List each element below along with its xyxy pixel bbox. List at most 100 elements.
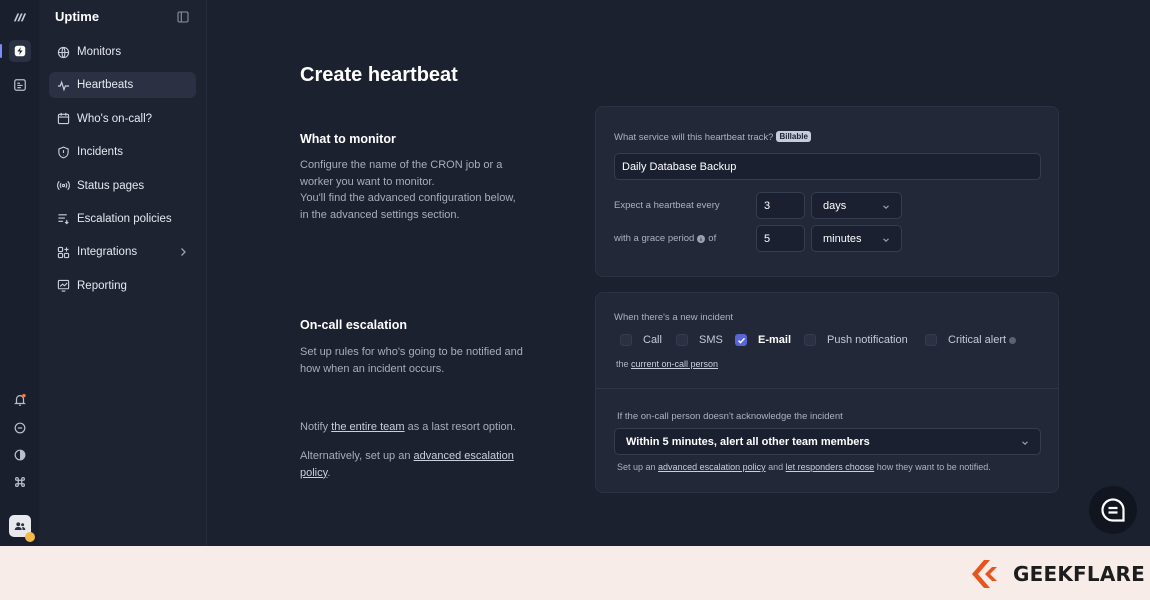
sidebar-nav: Monitors Heartbeats Who's on-call? Incid… <box>49 39 196 306</box>
section-title-what-to-monitor: What to monitor <box>300 132 396 146</box>
sidebar-item-heartbeats[interactable]: Heartbeats <box>49 72 196 99</box>
section-description: Set up rules for who's going to be notif… <box>300 344 560 377</box>
alternative-text: Alternatively, set up an advanced escala… <box>300 448 560 481</box>
description-line: how when an incident occurs. <box>300 362 445 375</box>
checkbox-box[interactable] <box>735 334 747 346</box>
sidebar-item-label: Incidents <box>77 146 124 159</box>
service-label-text: What service will this heartbeat track? <box>614 132 774 143</box>
let-responders-choose-link[interactable]: let responders choose <box>786 462 875 472</box>
checkbox-box[interactable] <box>676 334 688 346</box>
alt-suffix: . <box>327 466 331 479</box>
chevron-down-icon <box>1021 438 1029 446</box>
app-title: Uptime <box>55 9 100 24</box>
checkbox-label: E-mail <box>758 334 792 346</box>
sidebar-item-status-pages[interactable]: Status pages <box>49 173 196 199</box>
section-description: Configure the name of the CRON job or a … <box>300 157 560 223</box>
icon-rail <box>0 0 39 546</box>
broadcast-icon <box>56 179 70 193</box>
chevron-down-icon <box>882 235 890 243</box>
channel-push-checkbox[interactable]: Push notification <box>804 334 908 346</box>
channel-call-checkbox[interactable]: Call <box>620 334 662 346</box>
on-call-person-text: the current on-call person <box>616 359 718 369</box>
service-label: What service will this heartbeat track? B… <box>614 131 811 143</box>
billable-badge: Billable <box>776 131 811 142</box>
checkbox-box[interactable] <box>620 334 632 346</box>
geekflare-logo-icon <box>972 560 997 588</box>
shield-icon <box>56 145 70 159</box>
checkbox-box[interactable] <box>804 334 816 346</box>
sidebar-item-reporting[interactable]: Reporting <box>49 273 196 299</box>
advanced-escalation-policy-link[interactable]: advanced escalation <box>414 450 514 462</box>
geekflare-watermark: GEEKFLARE <box>970 558 1145 590</box>
description-line: You'll find the advanced configuration b… <box>300 192 516 204</box>
chat-widget-button[interactable] <box>1089 486 1137 534</box>
sidebar-item-escalation-policies[interactable]: Escalation policies <box>49 206 196 232</box>
page-title: Create heartbeat <box>300 64 458 86</box>
info-icon[interactable] <box>1009 336 1017 344</box>
notify-suffix: as a last resort option. <box>404 421 516 433</box>
grace-label: with a grace period of <box>614 233 716 244</box>
app-window: Uptime Monitors Heartbeats Who's on-call… <box>0 0 1150 546</box>
heartbeat-icon <box>56 78 70 92</box>
checkbox-label: SMS <box>699 334 723 346</box>
info-icon[interactable] <box>697 234 706 243</box>
service-name-input[interactable]: Daily Database Backup <box>614 153 1041 180</box>
section-title-on-call-escalation: On-call escalation <box>300 318 407 332</box>
logs-app-icon[interactable] <box>9 74 31 96</box>
the-prefix: the <box>616 359 632 369</box>
checkbox-label: Call <box>643 334 662 346</box>
sidebar-item-integrations[interactable]: Integrations <box>49 239 196 265</box>
sidebar-item-label: Monitors <box>77 46 122 58</box>
avatar-badge <box>25 532 35 542</box>
grace-period-unit-select[interactable]: minutes <box>811 225 902 252</box>
notify-text: Notify the entire team as a last resort … <box>300 419 560 436</box>
sidebar-item-label: Heartbeats <box>77 79 134 92</box>
chat-icon <box>1101 498 1125 522</box>
active-marker <box>0 44 2 58</box>
escalation-footer-text: Set up an advanced escalation policy and… <box>617 462 991 472</box>
acknowledge-label: If the on-call person doesn't acknowledg… <box>617 411 843 422</box>
heartbeat-interval-input[interactable]: 3 <box>756 192 805 219</box>
footer-text-part: and <box>765 462 786 472</box>
channel-sms-checkbox[interactable]: SMS <box>676 334 723 346</box>
command-icon[interactable] <box>9 471 31 493</box>
globe-icon <box>56 45 70 59</box>
sidebar-item-monitors[interactable]: Monitors <box>49 39 196 65</box>
alt-prefix: Alternatively, set up an <box>300 450 414 462</box>
sidebar-item-incidents[interactable]: Incidents <box>49 139 196 165</box>
grace-label-suffix: of <box>708 233 717 244</box>
check-icon <box>737 337 745 344</box>
chat-bubble-icon[interactable] <box>9 417 31 439</box>
current-on-call-person-link[interactable]: current on-call person <box>631 359 718 369</box>
select-value: Within 5 minutes, alert all other team m… <box>626 435 870 448</box>
uptime-app-icon[interactable] <box>9 40 31 62</box>
sidebar-item-label: Who's on-call? <box>77 112 153 125</box>
sidebar-item-label: Reporting <box>77 279 127 292</box>
checkbox-box[interactable] <box>925 334 937 346</box>
escalation-rule-select[interactable]: Within 5 minutes, alert all other team m… <box>614 428 1041 455</box>
channel-critical-alert-checkbox[interactable]: Critical alert <box>925 334 1017 346</box>
heartbeat-interval-unit-select[interactable]: days <box>811 192 902 219</box>
description-line: Set up rules for who's going to be notif… <box>300 346 523 358</box>
notify-prefix: Notify <box>300 421 332 433</box>
incident-label: When there's a new incident <box>614 312 734 323</box>
description-line: worker you want to monitor. <box>300 175 435 188</box>
advanced-escalation-policy-link[interactable]: policy <box>300 467 327 479</box>
channel-email-checkbox[interactable]: E-mail <box>735 334 791 346</box>
sidebar-item-on-call[interactable]: Who's on-call? <box>49 106 196 132</box>
entire-team-link[interactable]: the entire team <box>331 421 404 433</box>
puzzle-icon <box>56 245 70 259</box>
chevron-down-icon <box>882 202 890 210</box>
monitor-card: What service will this heartbeat track? B… <box>595 106 1059 277</box>
description-line: in the advanced settings section. <box>300 208 460 221</box>
advanced-escalation-policy-link[interactable]: advanced escalation policy <box>658 462 766 472</box>
grace-period-input[interactable]: 5 <box>756 225 805 252</box>
collapse-sidebar-icon[interactable] <box>177 10 189 23</box>
footer-text-part: how they want to be notified. <box>874 462 991 472</box>
sidebar-item-label: Escalation policies <box>77 212 172 225</box>
logo-icon[interactable] <box>9 6 31 28</box>
theme-toggle-icon[interactable] <box>9 444 31 466</box>
notifications-icon[interactable] <box>9 389 31 411</box>
divider <box>596 388 1058 389</box>
description-line: Configure the name of the CRON job or a <box>300 159 503 171</box>
